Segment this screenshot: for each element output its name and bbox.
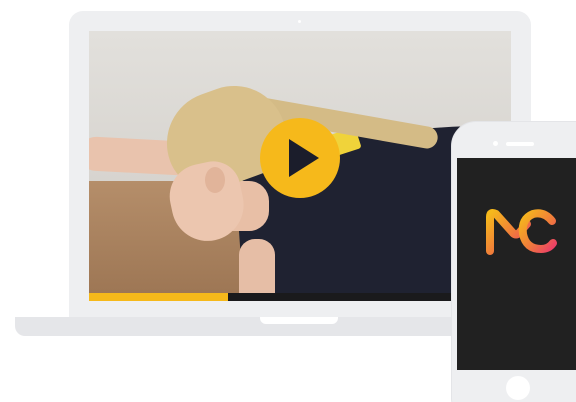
- video-progress-fill: [89, 293, 229, 301]
- laptop-trackpad-notch: [260, 317, 338, 324]
- device-mockup-stage: [0, 0, 576, 402]
- phone-speaker: [506, 142, 534, 146]
- mc-logo-icon: [486, 209, 557, 255]
- phone-home-button[interactable]: [506, 376, 530, 400]
- video-player[interactable]: [89, 31, 511, 301]
- play-icon: [289, 139, 319, 177]
- video-progress-bar[interactable]: [89, 293, 511, 301]
- video-thumbnail-forearm: [239, 239, 275, 301]
- play-button[interactable]: [260, 118, 340, 198]
- laptop-camera: [298, 20, 301, 23]
- video-thumbnail-ear: [205, 167, 225, 193]
- phone-front-camera: [493, 141, 498, 146]
- phone-screen: [457, 158, 576, 370]
